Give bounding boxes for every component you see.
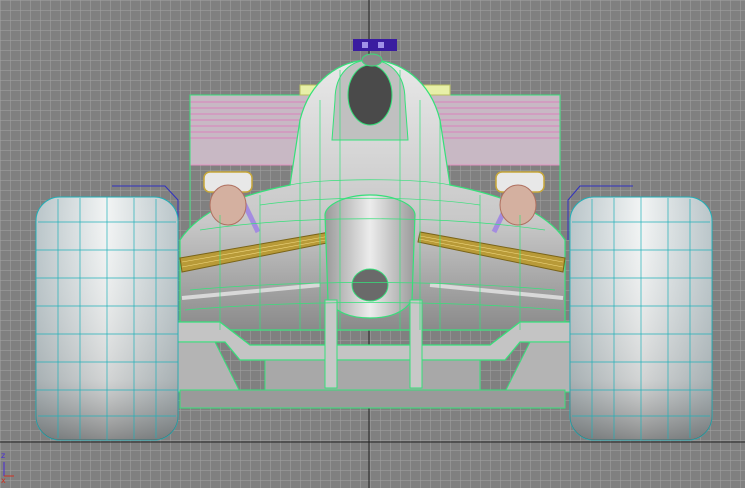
axis-z-label: z xyxy=(1,451,6,460)
top-marker-icon[interactable] xyxy=(353,39,397,51)
axis-x-label: x xyxy=(1,476,6,485)
front-viewport[interactable]: z x xyxy=(0,0,745,488)
left-front-tire[interactable] xyxy=(35,196,179,441)
nose-cone[interactable] xyxy=(324,194,416,319)
axis-tripod-icon xyxy=(3,462,14,477)
scene-svg[interactable] xyxy=(0,0,745,488)
right-brake-hub xyxy=(499,184,537,226)
right-front-tire[interactable] xyxy=(569,196,713,441)
left-brake-hub xyxy=(209,184,247,226)
